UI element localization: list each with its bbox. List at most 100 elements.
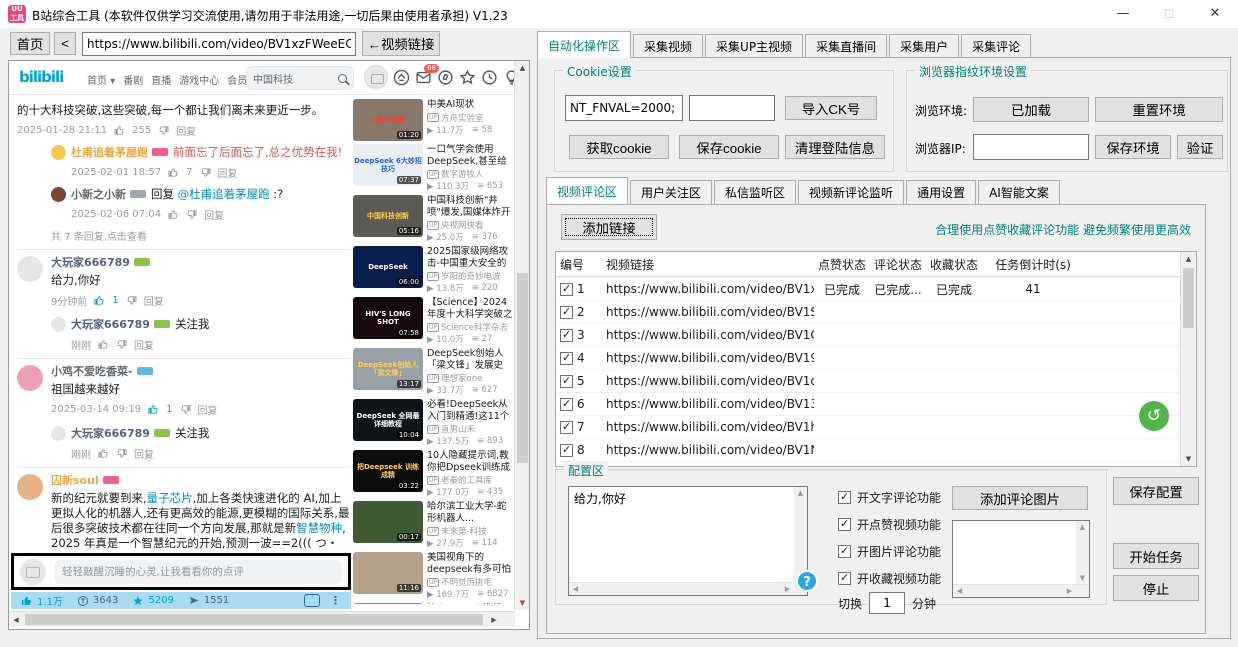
help-icon[interactable]: ? (796, 570, 818, 592)
tab-采集UP主视频[interactable]: 采集UP主视频 (705, 34, 803, 58)
row-checkbox[interactable] (560, 352, 573, 365)
switch-checkbox[interactable] (838, 518, 851, 531)
browser-horizontal-scrollbar[interactable]: ◀ ▶ (9, 611, 515, 627)
video-item[interactable]: 中国科技创新05:16中国科技创新"井喷"爆发,国媒体炸开了锅UP央视网快看▶ … (353, 195, 514, 243)
video-link-button[interactable]: ←视频链接 (362, 31, 440, 56)
reply-link[interactable]: 回复 (144, 293, 164, 308)
reply-link[interactable]: 回复 (134, 337, 154, 352)
avatar[interactable] (17, 365, 43, 391)
start-task-button[interactable]: 开始任务 (1113, 543, 1199, 569)
scrollbar-thumb[interactable] (1183, 268, 1194, 328)
vip-home-icon[interactable] (393, 69, 410, 86)
nav-item-番剧[interactable]: 番剧 (123, 72, 143, 87)
save-env-button[interactable]: 保存环境 (1095, 135, 1171, 159)
share-button[interactable]: 1551 (188, 595, 229, 607)
scroll-right-icon[interactable]: ▶ (487, 612, 501, 628)
reset-env-button[interactable]: 重置环境 (1095, 97, 1223, 122)
scroll-up-icon[interactable]: ▲ (794, 487, 807, 499)
message-icon[interactable]: 68 (415, 69, 432, 86)
scroll-up-icon[interactable]: ▲ (1181, 252, 1196, 266)
video-item[interactable]: 11:16美国视角下的deepseek有多可怕UP不明觉厉挑毛▶ 169.7万≡… (353, 552, 514, 600)
refresh-icon[interactable]: ↺ (1139, 401, 1169, 431)
video-item[interactable]: 把Deepseek 训练成精03:2210人隐藏提示词,教你把Dpseek训练成… (353, 450, 514, 498)
avatar[interactable] (17, 256, 43, 282)
back-button[interactable]: < (54, 32, 76, 55)
url-input[interactable] (82, 32, 356, 56)
avatar[interactable] (17, 474, 43, 500)
avatar[interactable] (51, 145, 66, 160)
thumb-down-icon[interactable] (116, 448, 127, 459)
comment-text-area[interactable]: 给力,你好 (569, 487, 795, 583)
table-row[interactable]: 6https://www.bilibili.com/video/BV13QQ8.… (556, 392, 1196, 415)
scroll-down-icon[interactable]: ▼ (1076, 572, 1089, 584)
scroll-right-icon[interactable]: ▶ (781, 583, 794, 595)
save-config-button[interactable]: 保存配置 (1113, 477, 1199, 505)
scroll-left-icon[interactable]: ◀ (953, 585, 966, 597)
thumb-up-icon[interactable] (168, 209, 179, 220)
env-status-button[interactable]: 已加载 (973, 97, 1089, 122)
tab-AI智能文案[interactable]: AI智能文案 (978, 180, 1060, 204)
history-clock-icon[interactable] (481, 69, 498, 86)
avatar[interactable] (51, 426, 66, 441)
nav-item-首页[interactable]: 首页 ▾ (87, 72, 115, 87)
comment-input-bar[interactable]: 轻轻敲醒沉睡的心灵,让我看看你的点评 (11, 553, 351, 590)
tab-自动化操作区[interactable]: 自动化操作区 (537, 31, 631, 58)
save-cookie-button[interactable]: 保存cookie (679, 135, 779, 159)
search-box[interactable]: 中国科技 (246, 66, 354, 90)
reply-link[interactable]: 回复 (218, 165, 238, 180)
tab-采集评论[interactable]: 采集评论 (961, 34, 1031, 58)
scrollbar-thumb[interactable] (517, 273, 528, 463)
tab-用户关注区[interactable]: 用户关注区 (630, 180, 712, 204)
reply-link[interactable]: 回复 (134, 446, 154, 461)
scroll-up-icon[interactable]: ▲ (1076, 521, 1089, 533)
textarea-hscrollbar[interactable]: ◀ ▶ (569, 582, 807, 595)
scroll-up-icon[interactable]: ▲ (515, 61, 530, 75)
close-button[interactable]: ✕ (1192, 0, 1238, 28)
textarea-vscrollbar[interactable]: ▲ ▼ (794, 487, 807, 583)
keyword-link[interactable]: 智慧物种 (296, 521, 342, 535)
verify-button[interactable]: 验证 (1177, 135, 1223, 159)
add-link-button[interactable]: 添加链接 (561, 214, 657, 240)
video-item[interactable]: DeepSeek创始人「梁文锋」13:17DeepSeek创始人「梁文锋」发展史… (353, 348, 514, 396)
table-scrollbar[interactable]: ▲ ▼ (1180, 252, 1196, 466)
thumb-up-icon[interactable] (148, 404, 159, 415)
table-row[interactable]: 9https://www.bilibili.com/video/BV1XrQgY… (556, 461, 1196, 467)
maximize-button[interactable]: ◻ (1146, 0, 1192, 28)
commenter-name[interactable]: 小鸡不爱吃香菜- (51, 363, 351, 379)
scroll-right-icon[interactable]: ▶ (1063, 585, 1076, 597)
tab-采集直播间[interactable]: 采集直播间 (805, 34, 887, 58)
nav-item-游戏中心[interactable]: 游戏中心 (179, 72, 219, 87)
table-row[interactable]: 8https://www.bilibili.com/video/BV1NGQv.… (556, 438, 1196, 461)
thumb-up-icon[interactable] (114, 125, 125, 136)
keyword-link[interactable]: 量子芯片 (147, 491, 193, 505)
video-item[interactable]: DeepSeek06:002025国家级网络攻击-中国重大安全的危机与转机UP岁… (353, 246, 514, 294)
avatar[interactable] (51, 187, 66, 202)
table-row[interactable]: 4https://www.bilibili.com/video/BV19j9AY… (556, 346, 1196, 369)
switch-checkbox[interactable] (838, 545, 851, 558)
get-cookie-button[interactable]: 获取cookie (569, 135, 669, 159)
reply-link[interactable]: 回复 (198, 402, 218, 417)
scroll-left-icon[interactable]: ◀ (9, 612, 23, 628)
more-options-icon[interactable]: ⋮ (330, 594, 341, 607)
favorites-star-icon[interactable] (459, 69, 476, 86)
thumb-down-icon[interactable] (180, 404, 191, 415)
scroll-down-icon[interactable]: ▼ (515, 596, 530, 610)
avatar[interactable] (364, 65, 388, 89)
add-comment-image-button[interactable]: 添加评论图片 (952, 486, 1088, 510)
listbox-vscrollbar[interactable]: ▲ ▼ (1076, 521, 1089, 584)
video-item[interactable]: HIV'S LONG SHOT07:58【Science】2024年度十大科学突… (353, 297, 514, 345)
thumb-up-icon[interactable] (98, 448, 109, 459)
import-ck-button[interactable]: 导入CK号 (785, 96, 877, 120)
video-item[interactable]: DeepSeek 全网最详细教程10:04必看!DeepSeek从入门到精通!这… (353, 399, 514, 447)
row-checkbox[interactable] (560, 306, 573, 319)
search-icon[interactable] (338, 74, 347, 83)
tab-视频评论区[interactable]: 视频评论区 (546, 177, 628, 204)
browser-ip-input[interactable] (973, 134, 1089, 160)
commenter-name[interactable]: 大玩家666789 (71, 425, 170, 441)
comment-image-listbox[interactable]: ▲ ▼ ◀ ▶ (952, 520, 1090, 598)
dynamic-icon[interactable] (437, 69, 454, 86)
switch-开点赞视频功能[interactable]: 开点赞视频功能 (838, 511, 941, 538)
cookie-value-input[interactable] (565, 95, 683, 121)
thumb-up-icon[interactable] (168, 167, 179, 178)
listbox-hscrollbar[interactable]: ◀ ▶ (953, 584, 1089, 597)
